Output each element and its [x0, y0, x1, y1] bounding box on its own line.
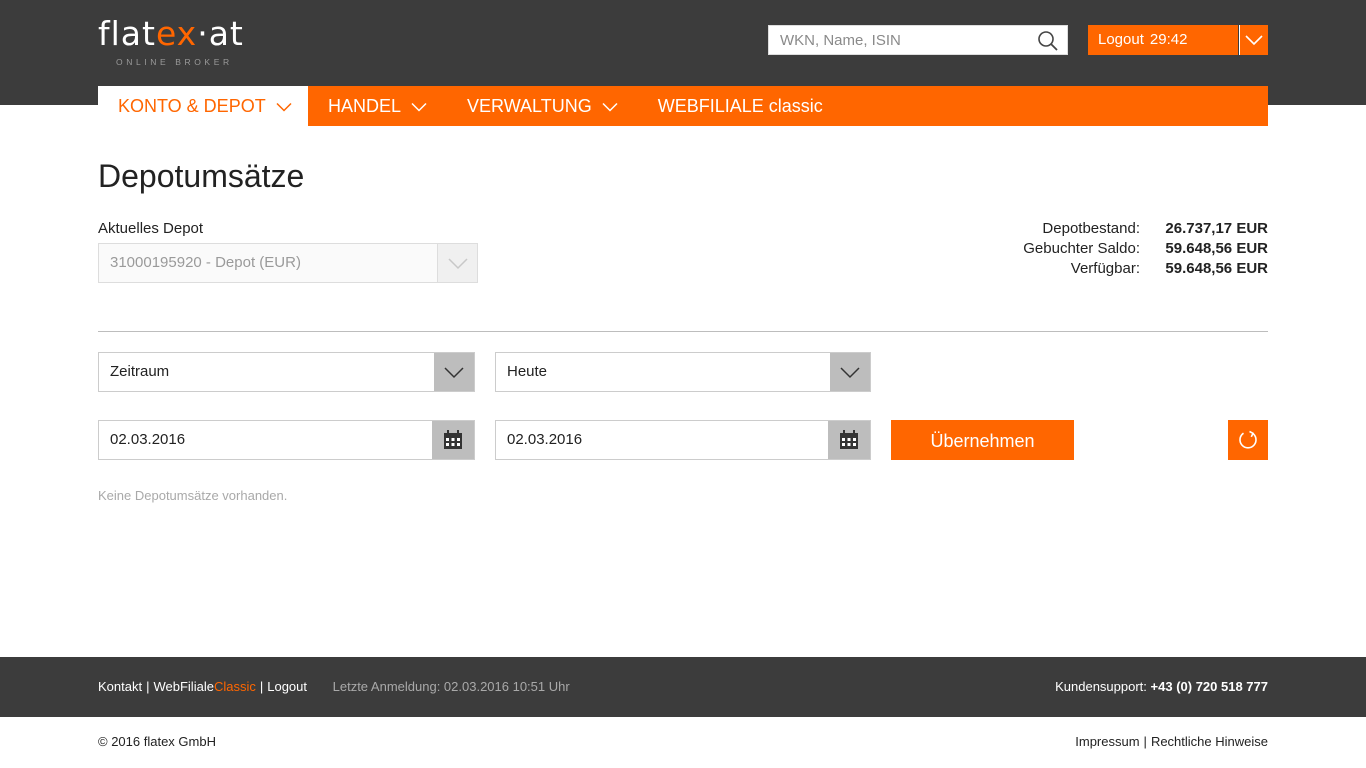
- date-from-value: 02.03.2016: [110, 431, 186, 448]
- empty-state-message: Keine Depotumsätze vorhanden.: [98, 488, 288, 503]
- last-login-info: Letzte Anmeldung: 02.03.2016 10:51 Uhr: [332, 679, 570, 694]
- logo-tagline: ONLINE BROKER: [116, 57, 233, 67]
- summary-row-depotbestand: Depotbestand: 26.737,17 EUR: [980, 219, 1268, 239]
- support-label: Kundensupport:: [1055, 679, 1147, 694]
- chevron-down-icon: [411, 86, 427, 126]
- period-value: Heute: [507, 363, 548, 380]
- summary-label: Depotbestand:: [1042, 220, 1140, 237]
- nav-item-label: HANDEL: [328, 96, 402, 116]
- classic-label: Classic: [213, 679, 256, 694]
- search-box: [768, 25, 1068, 55]
- account-summary: Depotbestand: 26.737,17 EUR Gebuchter Sa…: [980, 219, 1268, 279]
- summary-row-verfuegbar: Verfügbar: 59.648,56 EUR: [980, 259, 1268, 279]
- logout-label: Logout: [1098, 31, 1144, 48]
- nav-item-webfiliale-classic[interactable]: WEBFILIALE classic: [638, 86, 843, 126]
- main-nav: KONTO & DEPOT HANDEL VERWALTUNG WEBFILIA…: [98, 86, 1268, 126]
- period-type-toggle[interactable]: [434, 353, 474, 391]
- support-phone: +43 (0) 720 518 777: [1150, 679, 1268, 694]
- summary-label: Gebuchter Saldo:: [1023, 240, 1140, 257]
- summary-row-saldo: Gebuchter Saldo: 59.648,56 EUR: [980, 239, 1268, 259]
- footer-links: Kontakt | WebFilialeClassic | Logout Letzte …: [98, 657, 570, 717]
- depot-select-toggle[interactable]: [437, 244, 477, 282]
- impressum-link[interactable]: Impressum: [1075, 734, 1139, 749]
- session-timer: 29:42: [1149, 31, 1188, 48]
- period-value-toggle[interactable]: [830, 353, 870, 391]
- legal-links: Impressum | Rechtliche Hinweise: [1075, 734, 1268, 749]
- depot-select[interactable]: 31000195920 - Depot (EUR): [98, 243, 478, 283]
- summary-value: 26.737,17 EUR: [1165, 220, 1268, 237]
- nav-item-label: WEBFILIALE classic: [657, 96, 823, 116]
- nav-item-handel[interactable]: HANDEL: [308, 86, 447, 126]
- depot-select-value: 31000195920 - Depot (EUR): [110, 254, 301, 271]
- footer-link-webfiliale-classic[interactable]: WebFilialeClassic: [153, 679, 255, 694]
- footer: Kontakt | WebFilialeClassic | Logout Letzte …: [0, 657, 1366, 717]
- depot-label: Aktuelles Depot: [98, 220, 204, 237]
- legal-notice-link[interactable]: Rechtliche Hinweise: [1151, 734, 1268, 749]
- divider: [98, 331, 1268, 332]
- search-input[interactable]: [769, 26, 1031, 54]
- date-to-field[interactable]: 02.03.2016: [495, 420, 871, 460]
- footer-link-logout[interactable]: Logout: [267, 679, 307, 694]
- separator: |: [1143, 734, 1147, 749]
- flatex-logo[interactable]: flatex·at ONLINE BROKER: [98, 16, 298, 72]
- summary-value: 59.648,56 EUR: [1165, 260, 1268, 277]
- date-to-value: 02.03.2016: [507, 431, 583, 448]
- period-type-value: Zeitraum: [110, 363, 170, 380]
- nav-item-konto-depot[interactable]: KONTO & DEPOT: [98, 86, 308, 126]
- bottom-bar: © 2016 flatex GmbH Impressum | Rechtliche …: [0, 717, 1366, 768]
- separator: |: [146, 679, 150, 694]
- date-to-calendar-button[interactable]: [828, 421, 870, 459]
- copyright: © 2016 flatex GmbH: [98, 734, 216, 749]
- period-type-select[interactable]: Zeitraum: [98, 352, 475, 392]
- nav-item-label: KONTO & DEPOT: [118, 96, 266, 116]
- refresh-button[interactable]: [1228, 420, 1268, 460]
- search-icon[interactable]: [1037, 30, 1059, 52]
- date-from-field[interactable]: 02.03.2016: [98, 420, 475, 460]
- page-title: Depotumsätze: [98, 158, 305, 194]
- summary-label: Verfügbar:: [1070, 260, 1140, 277]
- webfiliale-label: WebFiliale: [153, 679, 214, 694]
- footer-link-contact[interactable]: Kontakt: [98, 679, 142, 694]
- separator: |: [259, 679, 264, 694]
- support-info: Kundensupport: +43 (0) 720 518 777: [1055, 657, 1268, 717]
- period-value-select[interactable]: Heute: [495, 352, 871, 392]
- summary-value: 59.648,56 EUR: [1165, 240, 1268, 257]
- nav-item-verwaltung[interactable]: VERWALTUNG: [447, 86, 638, 126]
- logout-dropdown-toggle[interactable]: [1239, 25, 1268, 55]
- nav-item-label: VERWALTUNG: [467, 96, 592, 116]
- date-from-calendar-button[interactable]: [432, 421, 474, 459]
- logo-wordmark: flatex·at: [98, 14, 244, 53]
- apply-button[interactable]: Übernehmen: [891, 420, 1074, 460]
- chevron-down-icon: [276, 86, 292, 126]
- logout-button[interactable]: Logout 29:42: [1088, 25, 1238, 55]
- chevron-down-icon: [602, 86, 618, 126]
